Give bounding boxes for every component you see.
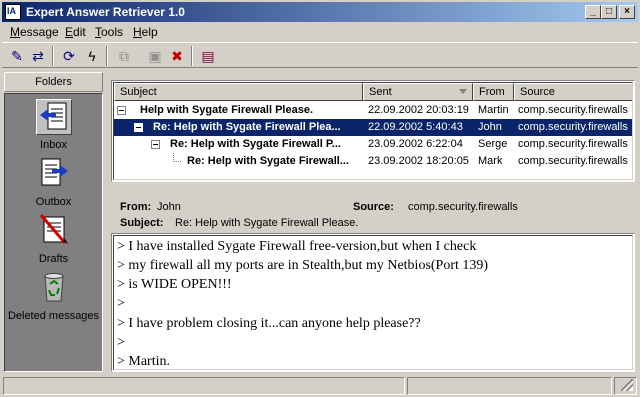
- column-header-source[interactable]: Source: [514, 83, 632, 101]
- toolbar: ✎ ⇄ ⟳ ϟ ⧉ ▣ ✖ ▤: [2, 42, 638, 68]
- row-subject: Re: Help with Sygate Firewall...: [187, 155, 349, 167]
- row-source: comp.security.firewalls: [518, 104, 628, 116]
- copy-button[interactable]: ⧉: [114, 46, 134, 66]
- toolbar-separator: [52, 46, 54, 66]
- row-from: Mark: [478, 155, 503, 167]
- subject-value: Re: Help with Sygate Firewall Please.: [175, 217, 359, 229]
- row-subject: Re: Help with Sygate Firewall P...: [170, 138, 341, 150]
- lightning-button[interactable]: ϟ: [82, 46, 102, 66]
- menu-message[interactable]: Message: [10, 25, 59, 39]
- retrieve-icon: ⟳: [63, 48, 75, 64]
- message-list[interactable]: Subject Sent From Source Help with Sygat…: [111, 80, 635, 182]
- row-from: John: [478, 121, 502, 133]
- row-sent: 23.09.2002 18:20:05: [368, 155, 469, 167]
- row-sent: 22.09.2002 20:03:19: [368, 104, 469, 116]
- message-row[interactable]: Re: Help with Sygate Firewall P... 23.09…: [114, 136, 632, 153]
- message-row[interactable]: Re: Help with Sygate Firewall... 23.09.2…: [114, 153, 632, 170]
- status-panel-3: [614, 377, 637, 395]
- copy-icon: ⧉: [119, 48, 129, 64]
- message-body[interactable]: > I have installed Sygate Firewall free-…: [111, 233, 635, 372]
- row-source: comp.security.firewalls: [518, 155, 628, 167]
- row-from: Serge: [478, 138, 508, 150]
- column-header-sent-label: Sent: [369, 86, 392, 98]
- menu-edit[interactable]: Edit: [65, 25, 86, 39]
- tree-connector: [173, 153, 181, 162]
- address-book-button[interactable]: ▤: [198, 46, 218, 66]
- body-line: > Martin.: [117, 354, 170, 369]
- outbox-icon: [36, 156, 72, 192]
- minimize-button[interactable]: _: [585, 5, 601, 19]
- collapse-icon[interactable]: [117, 106, 126, 115]
- title-bar[interactable]: Expert Answer Retriever 1.0 _ □ ×: [2, 2, 638, 22]
- delete-icon: ✖: [171, 48, 183, 64]
- row-subject: Re: Help with Sygate Firewall Plea...: [153, 121, 341, 133]
- collapse-icon[interactable]: [134, 123, 143, 132]
- body-line: > my firewall all my ports are in Stealt…: [117, 258, 489, 273]
- retrieve-button[interactable]: ⟳: [59, 46, 79, 66]
- forward-message-button[interactable]: ⇄: [28, 46, 48, 66]
- address-book-icon: ▤: [201, 48, 215, 64]
- row-source: comp.security.firewalls: [518, 121, 628, 133]
- app-icon[interactable]: [5, 4, 21, 20]
- maximize-button[interactable]: □: [601, 5, 617, 19]
- collapse-icon[interactable]: [151, 140, 160, 149]
- menu-bar: Message Edit Tools Help: [2, 23, 638, 41]
- row-from: Martin: [478, 104, 509, 116]
- body-line: > is WIDE OPEN!!!: [117, 277, 232, 292]
- properties-icon: ▣: [148, 48, 162, 64]
- source-label: Source:: [353, 201, 394, 213]
- properties-button[interactable]: ▣: [145, 46, 165, 66]
- folder-drafts[interactable]: Drafts: [5, 213, 102, 265]
- row-source: comp.security.firewalls: [518, 138, 628, 150]
- body-line: >: [117, 335, 125, 350]
- row-sent: 22.09.2002 5:40:43: [368, 121, 463, 133]
- new-message-icon: ✎: [11, 48, 23, 64]
- drafts-icon: [36, 213, 72, 249]
- message-row[interactable]: Help with Sygate Firewall Please. 22.09.…: [114, 102, 632, 119]
- toolbar-separator: [106, 46, 108, 66]
- toolbar-separator: [191, 46, 193, 66]
- resize-grip-icon[interactable]: [621, 379, 633, 391]
- folders-pane: Inbox Outbox Drafts Deleted messages: [4, 93, 103, 372]
- folder-outbox[interactable]: Outbox: [5, 156, 102, 208]
- status-panel-2: [407, 377, 612, 395]
- forward-message-icon: ⇄: [32, 48, 44, 64]
- from-value: John: [157, 201, 181, 213]
- folder-inbox[interactable]: Inbox: [5, 99, 102, 151]
- body-line: > I have installed Sygate Firewall free-…: [117, 239, 477, 254]
- source-value: comp.security.firewalls: [408, 201, 518, 213]
- folder-label: Deleted messages: [7, 310, 100, 322]
- close-button[interactable]: ×: [619, 5, 635, 19]
- subject-label: Subject:: [120, 217, 164, 229]
- main-window: Expert Answer Retriever 1.0 _ □ × Messag…: [0, 0, 640, 397]
- folder-label: Outbox: [35, 196, 72, 208]
- message-row-selected[interactable]: Re: Help with Sygate Firewall Plea... 22…: [114, 119, 632, 136]
- folder-deleted-messages[interactable]: Deleted messages: [5, 270, 102, 322]
- sort-descending-icon: [459, 89, 467, 94]
- row-subject: Help with Sygate Firewall Please.: [140, 104, 314, 116]
- new-message-button[interactable]: ✎: [7, 46, 27, 66]
- folders-header: Folders: [4, 72, 103, 92]
- folder-label: Drafts: [38, 253, 69, 265]
- folder-label: Inbox: [40, 139, 67, 151]
- status-panel-1: [3, 377, 405, 395]
- lightning-icon: ϟ: [88, 48, 96, 64]
- menu-tools[interactable]: Tools: [95, 25, 123, 39]
- body-line: >: [117, 296, 125, 311]
- menu-help[interactable]: Help: [133, 25, 158, 39]
- body-line: > I have problem closing it...can anyone…: [117, 316, 421, 331]
- column-header-sent[interactable]: Sent: [363, 83, 473, 101]
- recycle-bin-icon: [36, 270, 72, 306]
- window-title: Expert Answer Retriever 1.0: [26, 5, 185, 19]
- column-header-from[interactable]: From: [473, 83, 514, 101]
- column-header-subject[interactable]: Subject: [114, 83, 363, 101]
- delete-button[interactable]: ✖: [167, 46, 187, 66]
- inbox-icon: [35, 99, 72, 135]
- from-label: From:: [120, 201, 152, 213]
- row-sent: 23.09.2002 6:22:04: [368, 138, 463, 150]
